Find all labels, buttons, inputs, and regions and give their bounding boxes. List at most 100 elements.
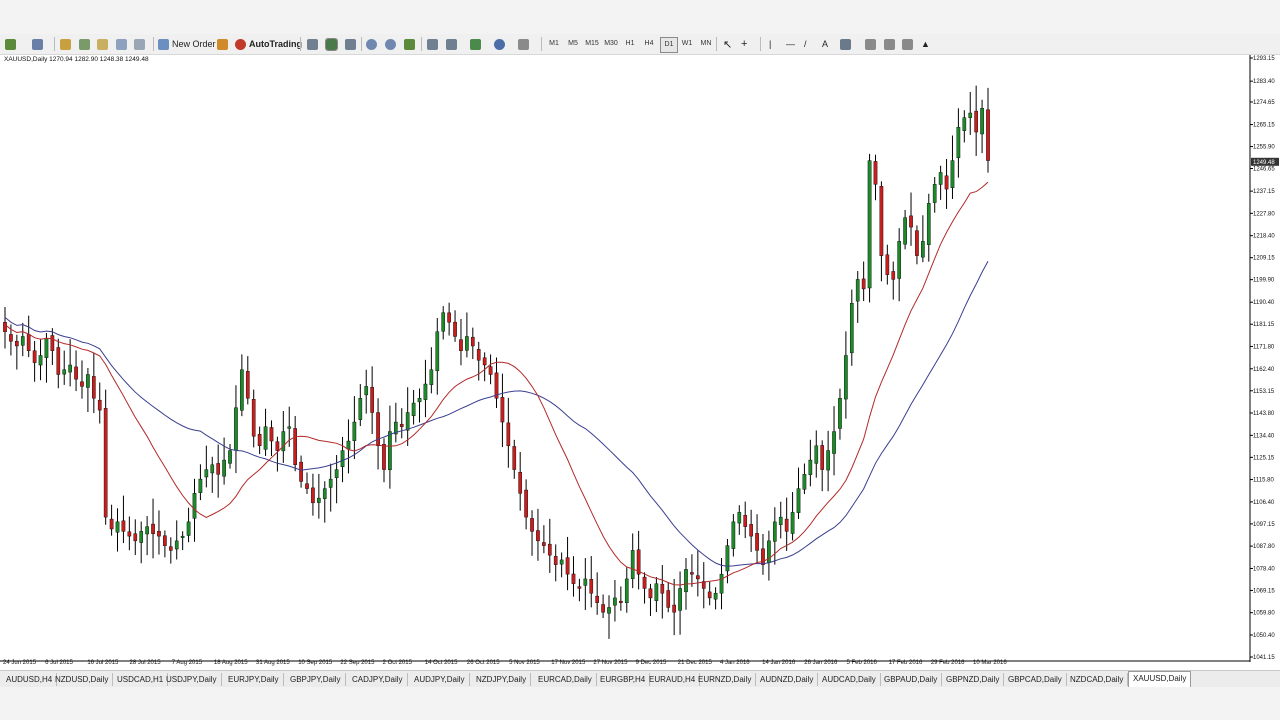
timeframe-m30[interactable]: M30 [603,37,619,51]
timeframe-d1[interactable]: D1 [660,37,678,53]
candle-body [737,512,742,524]
chart-tab-gbpnzd-daily[interactable]: GBPNZD,Daily [942,673,1005,686]
timeframe-h1[interactable]: H1 [622,37,638,51]
candle-body [97,399,102,411]
chart-tabs: AUDUSD,H4 NZDUSD,Daily USDCAD,H1 USDJPY,Dai… [0,670,1280,688]
price-tick-label: 1115.80 [1253,478,1274,484]
timeframe-h4[interactable]: H4 [641,37,657,51]
market-watch-icon[interactable] [60,37,71,51]
candle-body [755,533,759,551]
new-order-label: New Order [172,39,216,49]
candle-body [382,444,386,470]
candle-body [838,398,842,429]
candle-body [500,397,505,423]
chart-tab-usdjpy-daily[interactable]: USDJPY,Daily [162,673,222,686]
chart-tab-gbpaud-daily[interactable]: GBPAUD,Daily [880,673,943,686]
crosshair-icon[interactable]: + [741,37,747,51]
chart-tab-gbpjpy-daily[interactable]: GBPJPY,Daily [286,673,346,686]
channels-icon[interactable] [902,37,913,51]
separator [153,37,154,51]
price-tick-label: 1237.15 [1253,189,1275,195]
chart-tab-audcad-daily[interactable]: AUDCAD,Daily [818,673,881,686]
chart-shift-icon[interactable] [446,37,457,51]
cursor-icon[interactable]: ↖ [723,37,732,51]
horizontal-line-icon[interactable]: — [786,37,795,51]
candle-body [240,369,244,411]
chart-window[interactable]: 1293.15 1283.40 1274.65 1265.15 1255.90 1246.… [0,55,1280,670]
separator [54,37,55,51]
chart-tab-nzdcad-daily[interactable]: NZDCAD,Daily [1066,673,1129,686]
chart-tab-eurcad-daily[interactable]: EURCAD,Daily [534,673,597,686]
candle-body [986,109,990,161]
trendline-icon[interactable]: / [804,37,807,51]
fibonacci-icon[interactable] [884,37,895,51]
candle-body [346,440,351,450]
vertical-line-icon[interactable]: | [769,37,771,51]
chart-tab-euraud-h4[interactable]: EURAUD,H4 [645,673,701,686]
candle-body [399,423,404,427]
navigator-icon[interactable] [79,37,90,51]
candlestick-icon[interactable] [325,37,338,51]
time-tick-label: 6 Jul 2015 [45,660,73,666]
chart-tab-usdcad-h1[interactable]: USDCAD,H1 [113,673,169,686]
price-tick-label: 1227.80 [1253,211,1275,217]
timeframe-mn[interactable]: MN [698,37,714,51]
chart-tab-nzdusd-daily[interactable]: NZDUSD,Daily [51,673,114,686]
rectangle-icon[interactable] [865,37,876,51]
chart-tab-gbpcad-daily[interactable]: GBPCAD,Daily [1004,673,1067,686]
zoom-out-icon[interactable] [385,37,396,51]
candle-body [761,548,765,565]
time-tick-label: 10 Sep 2015 [298,660,333,666]
chart-tab-audjpy-daily[interactable]: AUDJPY,Daily [410,673,470,686]
timeframe-w1[interactable]: W1 [679,37,695,51]
candle-body [583,578,588,586]
candle-body [20,336,25,346]
main-toolbar: New Order AutoTrading M1 M5 M15 M30 H1 H… [0,34,1280,86]
candle-body [80,381,84,387]
new-order-button[interactable]: New Order [158,37,216,51]
text-icon[interactable]: A [822,37,828,51]
arrows-icon[interactable] [840,37,851,51]
candle-body [678,588,682,611]
candle-body [305,483,309,489]
tester-icon[interactable] [134,37,145,51]
time-tick-label: 31 Aug 2015 [256,660,290,666]
autotrading-button[interactable]: AutoTrading [235,37,302,51]
chart-tab-nzdjpy-daily[interactable]: NZDJPY,Daily [472,673,532,686]
periods-icon[interactable] [494,37,505,51]
chart-tab-eurnzd-daily[interactable]: EURNZD,Daily [694,673,757,686]
candle-body [553,556,558,565]
chart-tab-audusd-h4[interactable]: AUDUSD,H4 [2,673,58,686]
timeframe-m5[interactable]: M5 [565,37,581,51]
candle-body [974,110,978,133]
bar-chart-icon[interactable] [307,37,318,51]
shapes-icon[interactable]: ▲ [921,37,930,51]
chart-tab-audnzd-daily[interactable]: AUDNZD,Daily [756,673,819,686]
timeframe-m1[interactable]: M1 [546,37,562,51]
templates-icon[interactable] [518,37,529,51]
auto-scroll-icon[interactable] [427,37,438,51]
chart-symbol: XAUUSD,Daily [4,56,48,63]
candle-body [784,518,789,532]
chart-tab-eurgbp-h4[interactable]: EURGBP,H4 [596,673,651,686]
terminal-icon[interactable] [116,37,127,51]
candle-body [370,386,374,413]
new-chart-icon[interactable] [5,37,16,51]
tile-windows-icon[interactable] [404,37,415,51]
indicators-icon[interactable] [470,37,481,51]
candle-body [577,586,582,589]
candle-body [885,254,890,275]
chart-tab-cadjpy-daily[interactable]: CADJPY,Daily [348,673,408,686]
data-window-icon[interactable] [97,37,108,51]
candle-body [926,203,931,245]
experts-icon[interactable] [217,37,228,51]
chart-tab-xauusd-daily[interactable]: XAUUSD,Daily [1128,671,1192,688]
line-chart-icon[interactable] [345,37,356,51]
chart-tab-eurjpy-daily[interactable]: EURJPY,Daily [224,673,284,686]
price-tick-label: 1162.40 [1253,367,1275,373]
zoom-in-icon[interactable] [366,37,377,51]
candle-body [672,604,676,613]
profiles-icon[interactable] [32,37,43,51]
candle-body [713,592,718,600]
timeframe-m15[interactable]: M15 [584,37,600,51]
